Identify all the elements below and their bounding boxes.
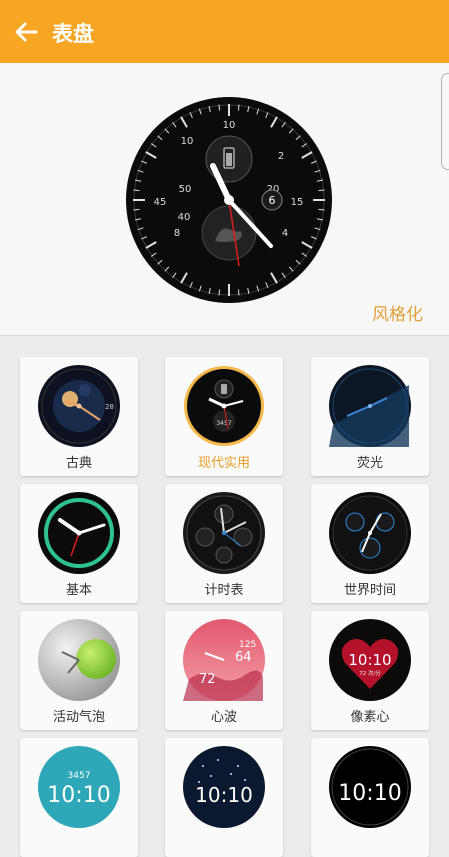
watch-face-card-row4-1[interactable]: 3457 10:10 — [20, 738, 138, 857]
dial-tick — [237, 289, 240, 296]
dial-tick — [133, 208, 140, 211]
pixel-heart-face-thumbnail: 10:10 72 次/分 — [329, 619, 411, 701]
watch-face-card-heartwave[interactable]: 125 64 72 心波 — [165, 611, 283, 730]
watch-face-label: 计时表 — [204, 583, 244, 598]
watch-face-card-fluorescent[interactable]: 荧光 — [311, 357, 429, 476]
watch-face-grid: 28 古典 3457 现代实用 荧光 基本 计时表 世界时间 活动气泡 125 … — [0, 335, 449, 857]
dial-number: 45 — [154, 197, 167, 208]
watch-face-card-world-time[interactable]: 世界时间 — [311, 484, 429, 603]
svg-text:10:10: 10:10 — [47, 783, 110, 808]
svg-text:72: 72 — [199, 672, 216, 687]
basic-face-thumbnail — [38, 492, 120, 574]
watch-face-card-activity-bubble[interactable]: 活动气泡 — [20, 611, 138, 730]
dial-tick — [318, 208, 325, 211]
watch-face-card-row4-3[interactable]: 10:10 — [311, 738, 429, 857]
watch-face-card-row4-2[interactable]: 10:10 — [165, 738, 283, 857]
edge-panel-handle[interactable] — [441, 73, 449, 170]
activity-bubble-face-thumbnail — [38, 619, 120, 701]
fluorescent-face-thumbnail — [329, 365, 411, 447]
dial-number: 4 — [282, 228, 288, 239]
dial-tick — [237, 104, 240, 111]
customize-button[interactable]: 风格化 — [372, 300, 423, 325]
svg-text:72 次/分: 72 次/分 — [359, 669, 381, 677]
dial-number: 10 — [223, 120, 236, 131]
watch-face-label: 古典 — [65, 456, 92, 471]
dial-tick — [133, 189, 140, 192]
watch-face-card-basic[interactable]: 基本 — [20, 484, 138, 603]
watch-face-label: 心波 — [210, 710, 237, 725]
svg-text:28: 28 — [105, 403, 114, 411]
dial-tick — [218, 104, 221, 111]
dial-number: 8 — [174, 228, 180, 239]
watch-face-card-classic[interactable]: 28 古典 — [20, 357, 138, 476]
starry-face-thumbnail: 10:10 — [183, 746, 265, 828]
classic-face-thumbnail: 28 — [38, 365, 120, 447]
chronograph-face-thumbnail — [183, 492, 265, 574]
watch-face-label: 荧光 — [356, 456, 383, 471]
dial-tick — [218, 289, 221, 296]
svg-text:64: 64 — [235, 650, 252, 665]
watch-face-label: 现代实用 — [197, 456, 250, 471]
page-title: 表盘 — [52, 22, 94, 46]
teal-digital-face-thumbnail: 3457 10:10 — [38, 746, 120, 828]
watch-preview: 10 10 2 4 8 50 20 40 45 15 6 风格化 — [0, 63, 449, 336]
svg-text:10:10: 10:10 — [348, 651, 391, 669]
arrow-left-icon[interactable] — [10, 16, 42, 48]
dial-number: 40 — [178, 212, 191, 223]
world-time-face-thumbnail — [329, 492, 411, 574]
svg-text:3457: 3457 — [68, 771, 91, 781]
dial-tick — [318, 189, 325, 192]
heartwave-face-thumbnail: 125 64 72 — [183, 619, 265, 701]
svg-text:10:10: 10:10 — [338, 781, 401, 806]
black-digital-face-thumbnail: 10:10 — [329, 746, 411, 828]
dial-number: 10 — [181, 136, 194, 147]
dial-number: 15 — [291, 197, 304, 208]
watch-face-card-pixel-heart[interactable]: 10:10 72 次/分 像素心 — [311, 611, 429, 730]
watch-face-label: 活动气泡 — [52, 710, 105, 725]
dial-number: 50 — [179, 184, 192, 195]
date-window: 6 — [269, 194, 276, 207]
svg-text:10:10: 10:10 — [195, 783, 253, 807]
watch-face-preview: 10 10 2 4 8 50 20 40 45 15 6 — [126, 97, 332, 303]
watch-face-card-modern-utility[interactable]: 3457 现代实用 — [165, 357, 283, 476]
watch-face-label: 基本 — [65, 583, 92, 598]
watch-face-card-chronograph[interactable]: 计时表 — [165, 484, 283, 603]
modern-utility-face-thumbnail: 3457 — [184, 366, 264, 446]
svg-text:3457: 3457 — [216, 420, 231, 427]
watch-face-label: 世界时间 — [343, 583, 396, 598]
dial-number: 2 — [278, 151, 284, 162]
app-header: 表盘 — [0, 0, 449, 63]
watch-face-label: 像素心 — [350, 710, 390, 725]
svg-text:125: 125 — [239, 640, 256, 650]
